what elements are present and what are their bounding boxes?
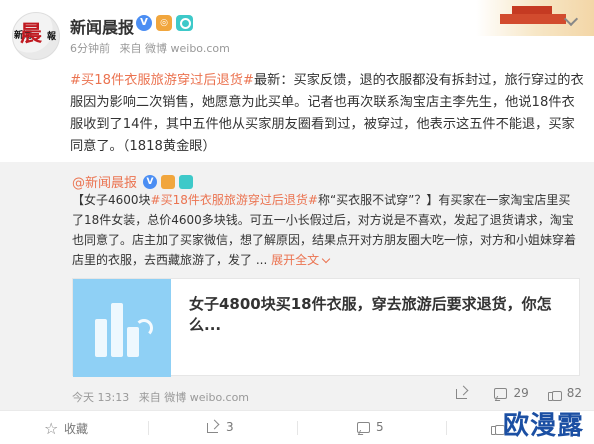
quoted-topic-link[interactable]: #买18件衣服旅游穿过后退货# bbox=[151, 193, 318, 207]
quoted-like-count: 82 bbox=[566, 386, 582, 400]
avatar[interactable]: 新闻 晨 報 bbox=[12, 12, 60, 60]
expand-label: 展开全文 bbox=[271, 253, 320, 267]
quoted-comment-count: 29 bbox=[513, 386, 529, 400]
camera-icon bbox=[176, 15, 193, 31]
post-header: 新闻 晨 報 新闻晨报 V ◎ 6分钟前 来自 微博 weibo.com bbox=[0, 0, 594, 64]
chevron-down-icon bbox=[321, 254, 331, 264]
quoted-body: 【女子4600块#买18件衣服旅游穿过后退货#称“买衣服不试穿”？】有买家在一家… bbox=[72, 190, 582, 270]
verified-icon: V bbox=[136, 15, 152, 31]
share-count: 3 bbox=[226, 420, 234, 434]
favorite-label: 收藏 bbox=[64, 422, 89, 436]
expand-full-text-link[interactable]: 展开全文 bbox=[271, 253, 331, 267]
comment-icon bbox=[356, 420, 370, 434]
post-meta: 6分钟前 来自 微博 weibo.com bbox=[70, 40, 236, 56]
quoted-actions: 29 82 bbox=[455, 386, 582, 401]
like-icon bbox=[490, 420, 505, 435]
avatar-logo-main: 晨 bbox=[20, 21, 43, 47]
post-source: 来自 微博 weibo.com bbox=[119, 42, 230, 55]
comment-icon bbox=[493, 386, 508, 400]
chart-bar-icon bbox=[111, 303, 123, 357]
quoted-header: @新闻晨报 V bbox=[72, 172, 194, 191]
camera-icon bbox=[179, 174, 194, 189]
wifi-icon bbox=[135, 319, 153, 337]
quoted-meta: 今天 13:13 来自 微博 weibo.com bbox=[72, 389, 255, 405]
share-icon bbox=[455, 386, 469, 400]
post-time: 6分钟前 bbox=[70, 42, 110, 55]
member-icon bbox=[161, 174, 176, 189]
favorite-button[interactable]: 收藏 bbox=[44, 419, 89, 438]
comment-button[interactable]: 5 bbox=[356, 420, 384, 434]
comment-count: 5 bbox=[376, 420, 384, 434]
link-card[interactable]: 女子4800块买18件衣服，穿去旅游后要求退货，你怎么... bbox=[72, 278, 580, 377]
quoted-author[interactable]: @新闻晨报 bbox=[72, 172, 137, 191]
verified-icon: V bbox=[143, 174, 158, 189]
quoted-source: 来自 微博 weibo.com bbox=[138, 391, 250, 404]
card-thumbnail bbox=[73, 279, 171, 377]
topic-link[interactable]: #买18件衣服旅游穿过后退货# bbox=[70, 73, 254, 88]
divider bbox=[148, 421, 149, 435]
card-title: 女子4800块买18件衣服，穿去旅游后要求退货，你怎么... bbox=[189, 295, 552, 334]
user-name[interactable]: 新闻晨报 bbox=[70, 14, 134, 38]
post-body: #买18件衣服旅游穿过后退货#最新：买家反馈，退的衣服都没有拆封过，旅行穿过的衣… bbox=[70, 70, 585, 158]
quoted-bracket: 【女子4600块 bbox=[72, 193, 151, 207]
divider bbox=[297, 421, 298, 435]
divider bbox=[446, 421, 447, 435]
quoted-comment-button[interactable]: 29 bbox=[493, 386, 529, 400]
quoted-share-button[interactable] bbox=[455, 386, 475, 400]
quoted-time: 今天 13:13 bbox=[72, 391, 130, 404]
share-icon bbox=[206, 420, 220, 434]
chart-bar-icon bbox=[95, 319, 107, 357]
share-button[interactable]: 3 bbox=[206, 420, 234, 434]
quoted-like-button[interactable]: 82 bbox=[547, 386, 582, 401]
member-icon: ◎ bbox=[156, 15, 172, 31]
avatar-logo-right: 報 bbox=[46, 32, 56, 42]
like-icon bbox=[547, 386, 562, 401]
star-icon bbox=[44, 419, 58, 438]
watermark: 欧漫露 bbox=[502, 411, 584, 441]
